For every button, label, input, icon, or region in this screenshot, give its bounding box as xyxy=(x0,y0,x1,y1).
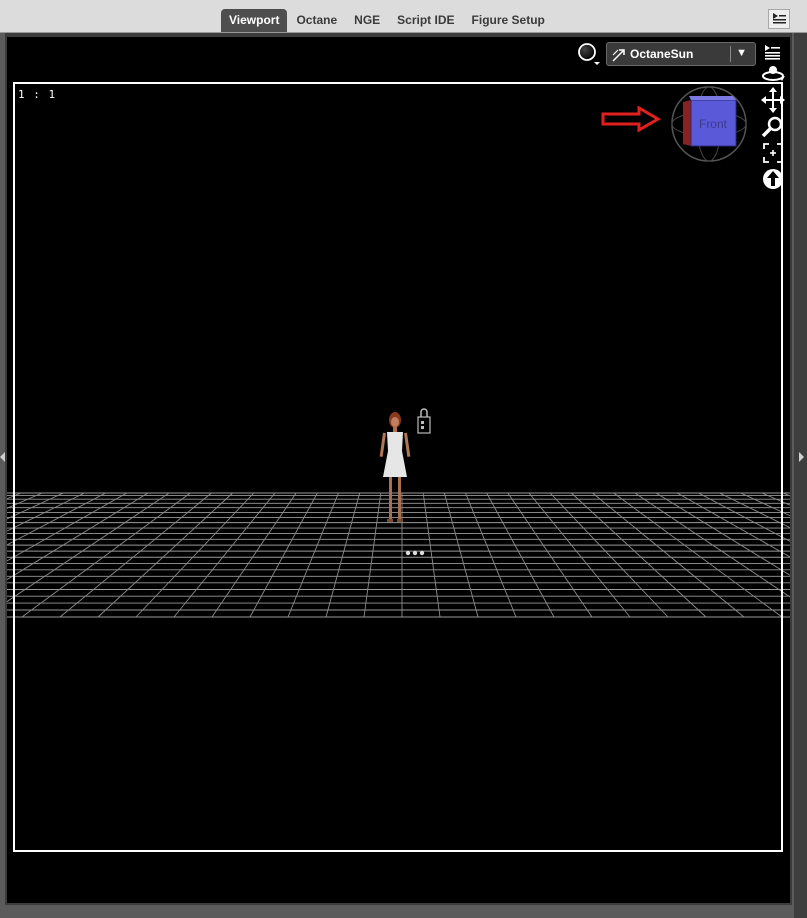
tab-list: Viewport Octane NGE Script IDE Figure Se… xyxy=(221,9,554,32)
zoom-icon[interactable] xyxy=(760,114,786,140)
camera-label: OctaneSun xyxy=(630,47,694,61)
view-cube-face-label: Front xyxy=(699,117,728,131)
reset-view-icon[interactable] xyxy=(760,166,786,192)
draw-style-sphere-icon xyxy=(578,43,600,65)
annotation-arrow-icon xyxy=(601,106,661,132)
view-cube[interactable]: Front xyxy=(669,84,749,164)
camera-select-separator xyxy=(730,46,731,62)
draw-style-button[interactable] xyxy=(577,42,601,66)
collapse-left-icon[interactable] xyxy=(0,452,5,462)
render-safe-frame xyxy=(13,82,783,852)
camera-select[interactable]: OctaneSun ▼ xyxy=(606,42,756,66)
tab-figure-setup[interactable]: Figure Setup xyxy=(464,9,553,32)
viewport-canvas[interactable]: 1 : 1 xyxy=(7,37,790,903)
viewport-tools xyxy=(760,42,786,192)
tab-viewport[interactable]: Viewport xyxy=(221,9,288,32)
right-panel-strip xyxy=(794,33,807,918)
orbit-icon[interactable] xyxy=(760,64,786,86)
tab-script-ide[interactable]: Script IDE xyxy=(389,9,462,32)
tab-bar: Viewport Octane NGE Script IDE Figure Se… xyxy=(0,0,807,33)
frame-icon[interactable] xyxy=(760,140,786,166)
app-window: Viewport Octane NGE Script IDE Figure Se… xyxy=(0,0,807,918)
view-options-icon[interactable] xyxy=(760,42,786,64)
tab-nge[interactable]: NGE xyxy=(346,9,388,32)
aspect-ratio-label: 1 : 1 xyxy=(18,88,57,101)
pane-menu-button[interactable] xyxy=(768,9,790,29)
tab-octane[interactable]: Octane xyxy=(288,9,345,32)
collapse-right-icon[interactable] xyxy=(799,452,804,462)
chevron-down-icon: ▼ xyxy=(736,47,747,59)
camera-icon xyxy=(612,49,625,62)
pane-menu-icon xyxy=(773,13,786,24)
translate-icon[interactable] xyxy=(760,86,786,114)
